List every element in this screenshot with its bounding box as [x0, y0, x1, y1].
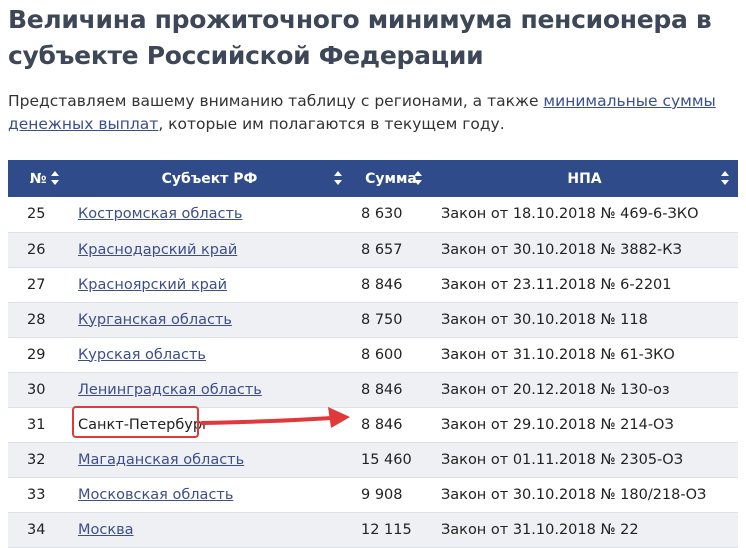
- intro-text-after: , которые им полагаются в текущем году.: [158, 115, 505, 133]
- sort-icon[interactable]: [333, 171, 343, 185]
- region-link[interactable]: Московская область: [78, 487, 233, 503]
- intro-paragraph: Представляем вашему вниманию таблицу с р…: [8, 90, 738, 136]
- row-region-cell: Курская область: [68, 337, 351, 372]
- sort-icon[interactable]: [50, 171, 60, 185]
- table-row: 33 Московская область 9 908 Закон от 30.10.…: [8, 477, 738, 512]
- row-npa: Закон от 20.12.2018 № 130-оз: [441, 381, 670, 398]
- page-title: Величина прожиточного минимума пенсионер…: [8, 5, 712, 70]
- table-row: 32 Магаданская область 15 460 Закон от 01.1…: [8, 442, 738, 477]
- column-header-npa-label: НПА: [567, 170, 602, 187]
- row-sum: 12 115: [361, 521, 412, 538]
- row-number: 25: [27, 206, 46, 223]
- column-header-region[interactable]: Субъект РФ: [68, 160, 351, 197]
- intro-text-before: Представляем вашему вниманию таблицу с р…: [8, 92, 544, 110]
- region-link[interactable]: Костромская область: [78, 206, 242, 222]
- highlight-box: [72, 406, 199, 438]
- row-region-cell: Магаданская область: [68, 442, 351, 477]
- row-npa: Закон от 31.10.2018 № 22: [441, 521, 639, 538]
- row-sum: 8 846: [361, 276, 403, 293]
- table-row: 34 Москва 12 115 Закон от 31.10.2018 № 22: [8, 512, 738, 547]
- table-row: 25 Костромская область 8 630 Закон от 18.10…: [8, 197, 738, 232]
- column-header-region-label: Субъект РФ: [161, 170, 258, 187]
- row-region-cell: Москва: [68, 512, 351, 547]
- column-header-npa[interactable]: НПА: [431, 160, 738, 197]
- row-npa: Закон от 30.10.2018 № 180/218-ОЗ: [441, 486, 707, 503]
- region-link[interactable]: Красноярский край: [78, 277, 227, 293]
- table-row: 27 Красноярский край 8 846 Закон от 23.11.2…: [8, 267, 738, 302]
- region-link[interactable]: Магаданская область: [78, 452, 244, 468]
- table-row: 28 Курганская область 8 750 Закон от 30.10.…: [8, 302, 738, 337]
- region-link[interactable]: Краснодарский край: [78, 242, 237, 258]
- row-number: 27: [27, 276, 46, 293]
- table-header-row: № Субъект РФ Сумма НПА: [8, 160, 738, 197]
- row-number: 31: [27, 416, 46, 433]
- row-sum: 8 657: [361, 241, 403, 258]
- row-sum: 15 460: [361, 451, 412, 468]
- row-number: 29: [27, 346, 46, 363]
- row-sum: 9 908: [361, 486, 403, 503]
- row-region-cell: Московская область: [68, 477, 351, 512]
- row-number: 26: [27, 241, 46, 258]
- table-row: 26 Краснодарский край 8 657 Закон от 30.10.…: [8, 232, 738, 267]
- region-link[interactable]: Ленинградская область: [78, 382, 262, 398]
- row-npa: Закон от 30.10.2018 № 3882-КЗ: [441, 241, 682, 258]
- sort-icon[interactable]: [413, 171, 423, 185]
- row-region-cell: Костромская область: [68, 197, 351, 232]
- column-header-num[interactable]: №: [8, 160, 68, 197]
- row-sum: 8 846: [361, 381, 403, 398]
- row-npa: Закон от 18.10.2018 № 469-6-ЗКО: [441, 206, 699, 223]
- row-number: 32: [27, 451, 46, 468]
- regions-table: № Субъект РФ Сумма НПА 25 Костромская обл…: [8, 160, 738, 548]
- row-npa: Закон от 30.10.2018 № 118: [441, 311, 648, 328]
- row-number: 28: [27, 311, 46, 328]
- column-header-num-label: №: [29, 170, 47, 187]
- row-npa: Закон от 29.10.2018 № 214-ОЗ: [441, 416, 674, 433]
- row-number: 34: [27, 521, 46, 538]
- row-number: 33: [27, 486, 46, 503]
- row-npa: Закон от 31.10.2018 № 61-ЗКО: [441, 346, 675, 363]
- red-arrow-icon: [200, 407, 350, 428]
- row-region-cell: Краснодарский край: [68, 232, 351, 267]
- sort-icon[interactable]: [720, 171, 730, 185]
- region-link[interactable]: Москва: [78, 522, 134, 538]
- table-row: 29 Курская область 8 600 Закон от 31.10.201…: [8, 337, 738, 372]
- row-npa: Закон от 23.11.2018 № 6-2201: [441, 276, 672, 293]
- row-region-cell: Красноярский край: [68, 267, 351, 302]
- row-number: 30: [27, 381, 46, 398]
- row-region-cell: Курганская область: [68, 302, 351, 337]
- region-link[interactable]: Курская область: [78, 347, 206, 363]
- table-row: 30 Ленинградская область 8 846 Закон от 20.…: [8, 372, 738, 407]
- row-sum: 8 630: [361, 206, 403, 223]
- region-link[interactable]: Курганская область: [78, 312, 232, 328]
- row-sum: 8 600: [361, 346, 403, 363]
- row-sum: 8 750: [361, 311, 403, 328]
- row-npa: Закон от 01.11.2018 № 2305-ОЗ: [441, 451, 683, 468]
- column-header-sum-label: Сумма: [365, 170, 417, 187]
- column-header-sum[interactable]: Сумма: [351, 160, 431, 197]
- row-sum: 8 846: [361, 416, 403, 433]
